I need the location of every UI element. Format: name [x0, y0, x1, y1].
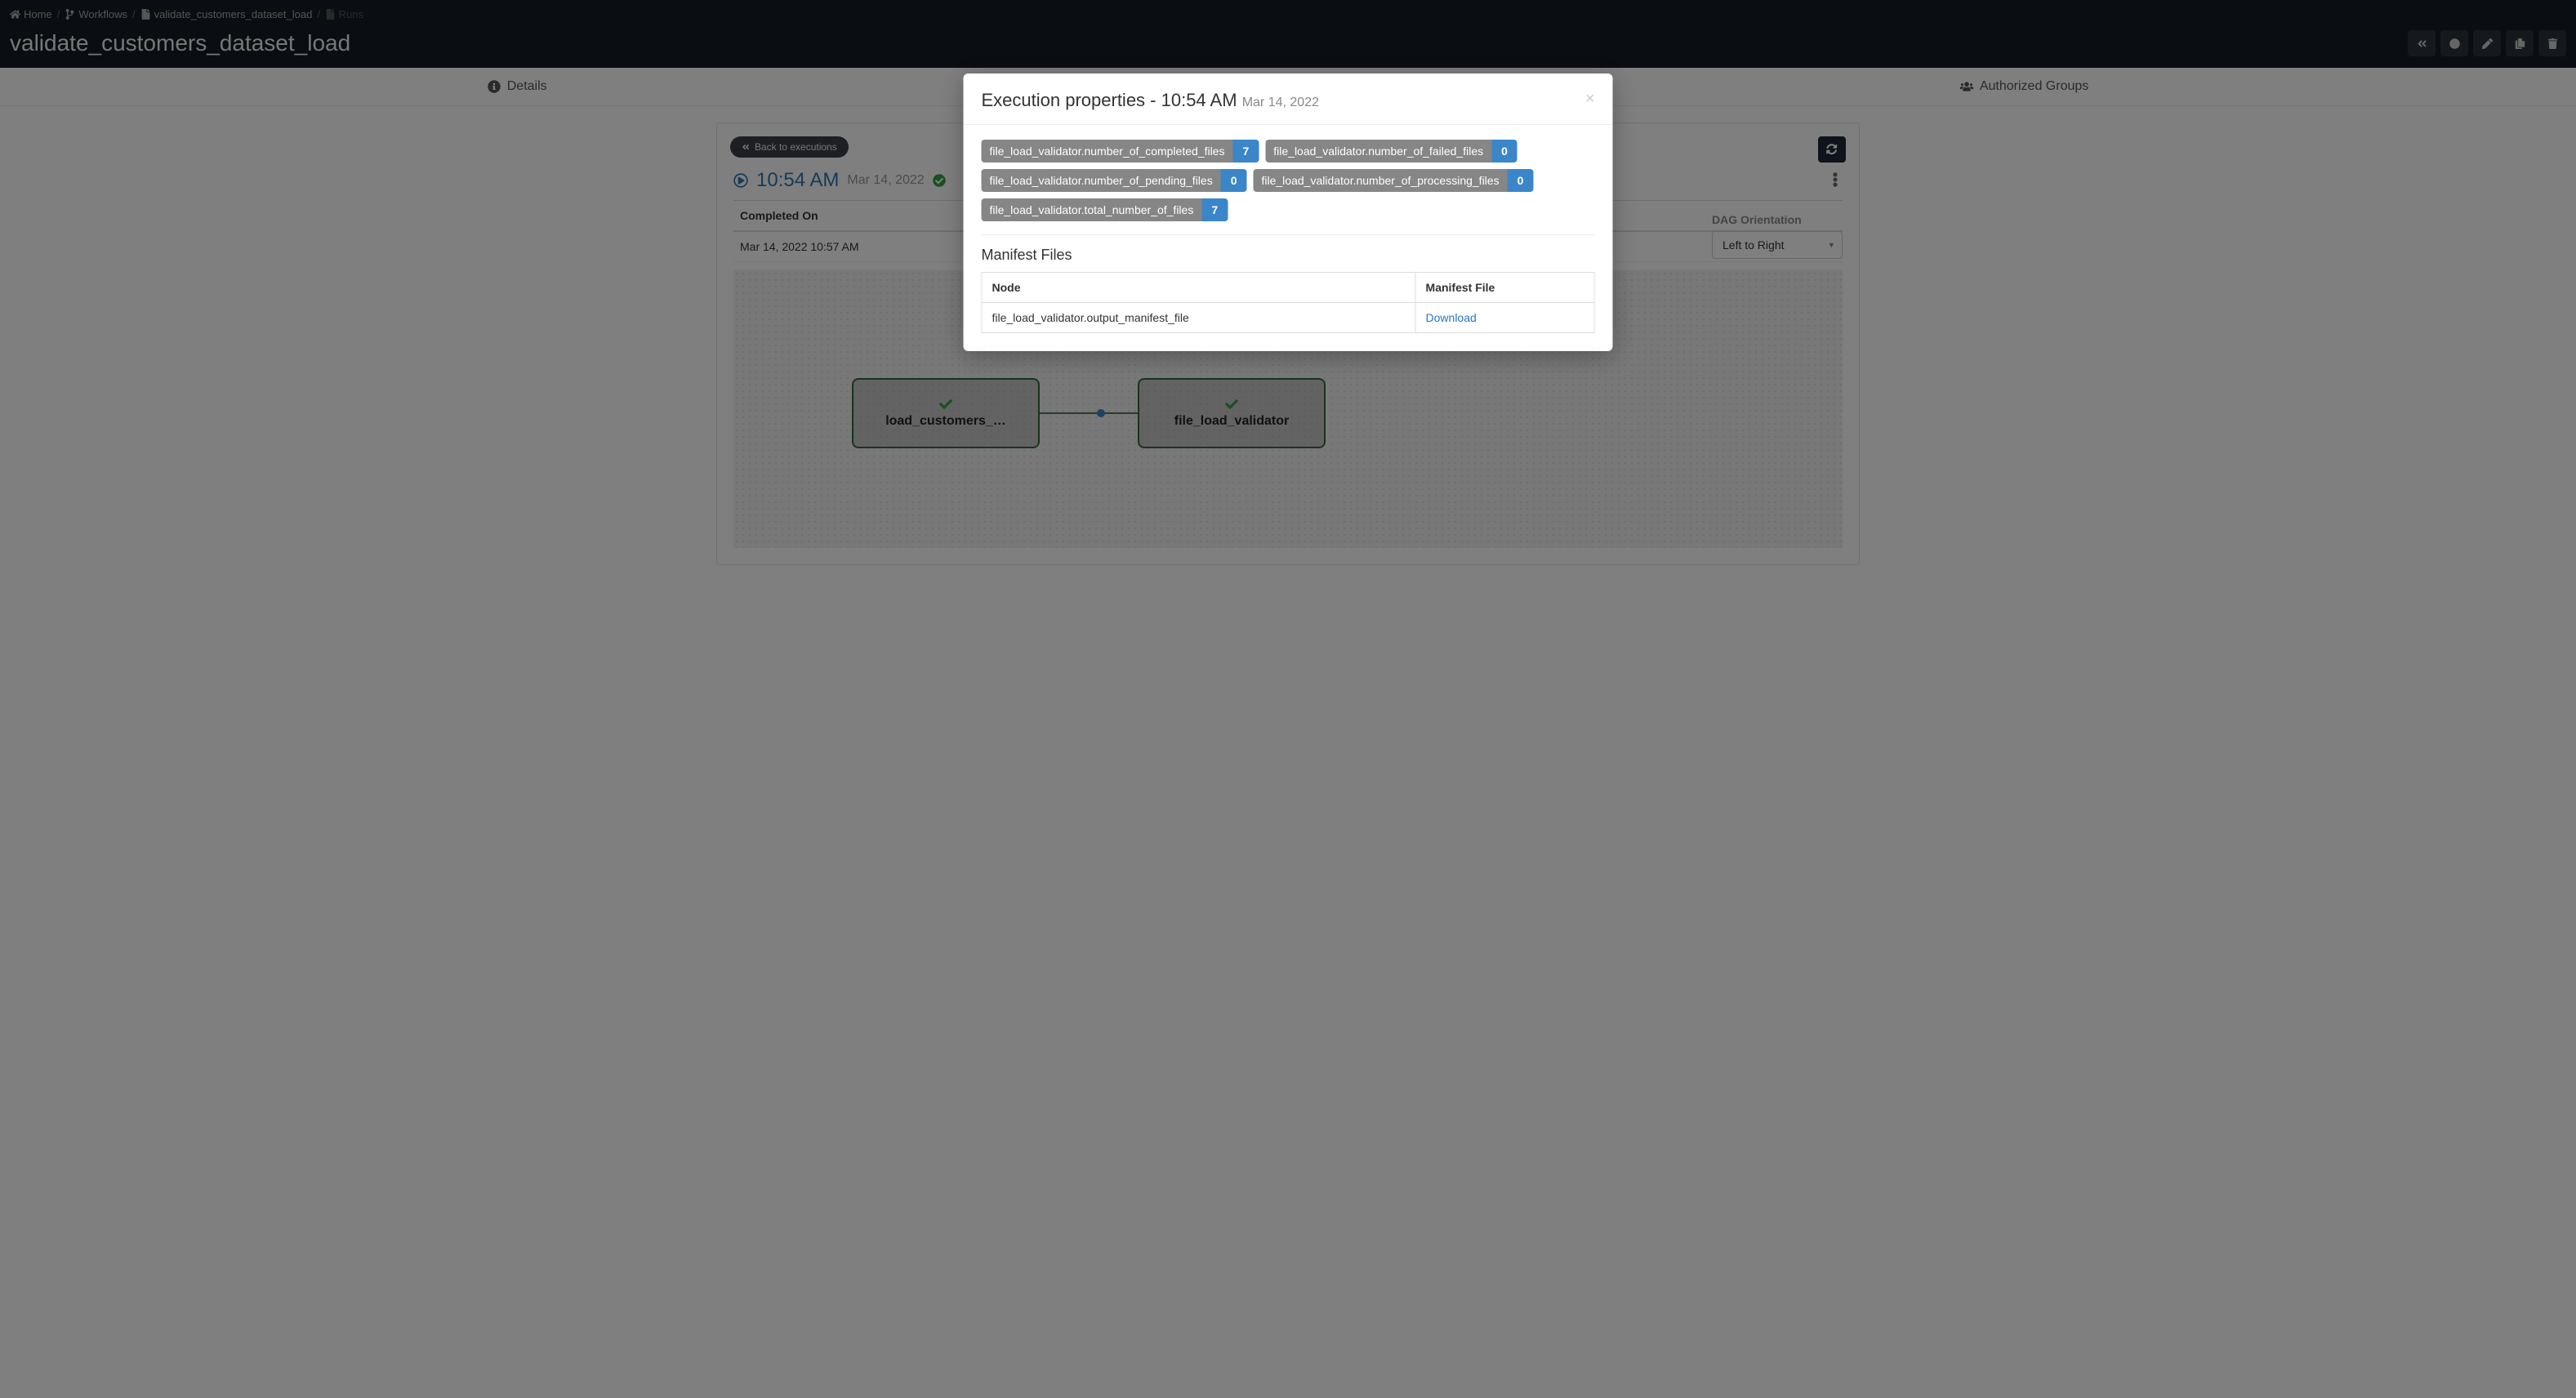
- execution-properties-modal: Execution properties - 10:54 AM Mar 14, …: [964, 73, 1613, 351]
- modal-separator: [982, 234, 1595, 235]
- modal-title-time: 10:54 AM: [1161, 90, 1237, 110]
- manifest-col-file: Manifest File: [1415, 273, 1594, 303]
- modal-header: Execution properties - 10:54 AM Mar 14, …: [964, 73, 1613, 125]
- manifest-title: Manifest Files: [982, 247, 1595, 264]
- property-badge: file_load_validator.total_number_of_file…: [982, 198, 1228, 221]
- property-badge: file_load_validator.number_of_pending_fi…: [982, 169, 1247, 192]
- property-badge: file_load_validator.number_of_processing…: [1254, 169, 1534, 192]
- manifest-node: file_load_validator.output_manifest_file: [982, 303, 1415, 333]
- manifest-download-link[interactable]: Download: [1426, 311, 1477, 324]
- badge-label: file_load_validator.number_of_processing…: [1254, 169, 1508, 192]
- manifest-col-node: Node: [982, 273, 1415, 303]
- badge-row: file_load_validator.number_of_completed_…: [982, 140, 1595, 221]
- badge-label: file_load_validator.total_number_of_file…: [982, 198, 1202, 221]
- property-badge: file_load_validator.number_of_failed_fil…: [1265, 140, 1518, 163]
- badge-value: 7: [1201, 198, 1228, 221]
- badge-label: file_load_validator.number_of_completed_…: [982, 140, 1233, 163]
- manifest-table: Node Manifest File file_load_validator.o…: [982, 272, 1595, 333]
- badge-label: file_load_validator.number_of_pending_fi…: [982, 169, 1221, 192]
- manifest-file-cell: Download: [1415, 303, 1594, 333]
- manifest-row: file_load_validator.output_manifest_file…: [982, 303, 1594, 333]
- modal-close-button[interactable]: ×: [1585, 90, 1595, 109]
- badge-value: 7: [1232, 140, 1259, 163]
- badge-value: 0: [1491, 140, 1518, 163]
- badge-value: 0: [1508, 169, 1534, 192]
- badge-value: 0: [1221, 169, 1247, 192]
- badge-label: file_load_validator.number_of_failed_fil…: [1265, 140, 1491, 163]
- modal-title: Execution properties - 10:54 AM Mar 14, …: [982, 90, 1319, 111]
- modal-title-prefix: Execution properties -: [982, 90, 1161, 110]
- property-badge: file_load_validator.number_of_completed_…: [982, 140, 1259, 163]
- modal-title-date: Mar 14, 2022: [1242, 96, 1319, 109]
- modal-body: file_load_validator.number_of_completed_…: [964, 125, 1613, 351]
